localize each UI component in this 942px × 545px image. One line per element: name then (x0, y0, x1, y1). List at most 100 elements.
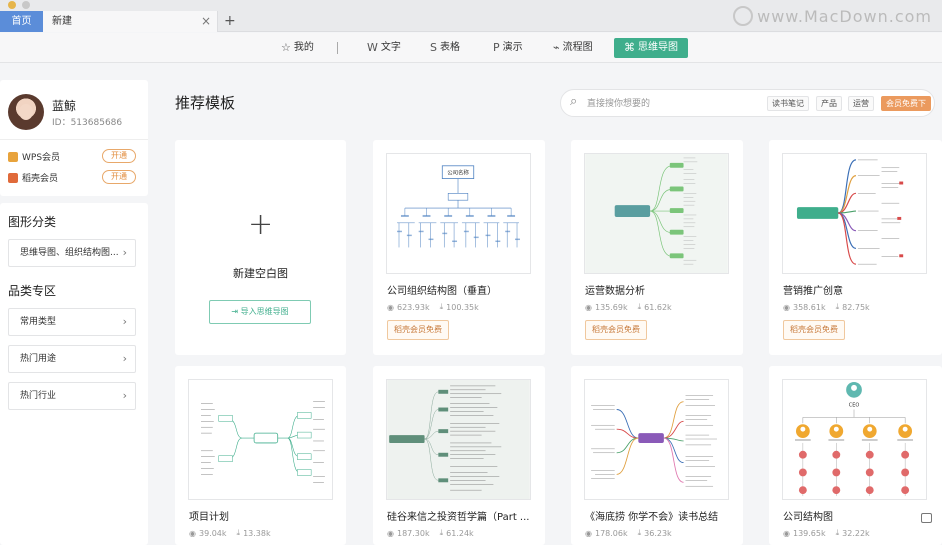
download-count: 100.35k (446, 302, 479, 312)
page-title: 推荐模板 (175, 94, 236, 112)
tag-vip-free[interactable]: 会员免费下 (881, 96, 931, 111)
download-icon: ⤓ (835, 302, 840, 311)
tag-operations[interactable]: 运营 (848, 96, 874, 111)
template-thumbnail (782, 153, 927, 274)
doc-icon: W (367, 41, 378, 54)
tab-new[interactable]: 新建 × (43, 11, 218, 32)
tag-product[interactable]: 产品 (816, 96, 842, 111)
download-icon: ⤓ (835, 528, 840, 537)
template-name: 硅谷来信之投资哲学篇（Part ... (387, 512, 530, 523)
template-thumbnail (386, 379, 531, 500)
tag-reading-notes[interactable]: 读书笔记 (767, 96, 809, 111)
new-tab-button[interactable]: + (224, 11, 236, 32)
user-id: ID：513685686 (52, 118, 123, 128)
divider (0, 139, 148, 140)
template-card[interactable]: 运营数据分析 ◉ 135.69k ⤓ 61.62k 稻壳会员免费 (571, 140, 743, 355)
member-docer: 稻壳会员 (8, 171, 58, 184)
eye-icon: ◉ (585, 528, 592, 538)
eye-icon: ◉ (189, 528, 196, 538)
graphic-category-title: 图形分类 (8, 215, 57, 229)
tool-label: 文字 (380, 42, 401, 53)
free-badge: 稻壳会员免费 (387, 320, 449, 340)
view-count: 135.69k (594, 302, 628, 312)
tool-mine[interactable]: ☆ 我的 (281, 38, 314, 58)
download-count: 13.38k (243, 528, 271, 538)
search-input[interactable] (587, 96, 767, 112)
template-card[interactable]: 项目计划 ◉ 39.04k ⤓ 13.38k (175, 366, 346, 545)
eye-icon: ◉ (783, 528, 790, 538)
category-common-types[interactable]: 常用类型 › (8, 308, 136, 336)
window-controls (8, 1, 30, 9)
template-card[interactable]: 公司名称 公司组织结构图（垂直） ◉ 623.93k ⤓ 100.35k 稻壳会员免… (373, 140, 545, 355)
tool-label: 演示 (502, 42, 523, 53)
chevron-right-icon: › (122, 352, 127, 365)
app-toolbar: ☆ 我的 W 文字 S 表格 P 演示 ⌁ 流程图 ⌘ 思维导图 (0, 33, 942, 63)
category-mindmap-org[interactable]: 思维导图、组织结构图... › (8, 239, 136, 267)
tool-slide[interactable]: P 演示 (493, 38, 523, 58)
template-stats: ◉ 623.93k ⤓ 100.35k (387, 302, 479, 312)
plus-icon: + (248, 207, 274, 242)
import-mindmap-button[interactable]: ⇥ 导入思维导图 (209, 300, 311, 324)
star-icon: ☆ (281, 41, 291, 54)
template-card[interactable]: CEO 公司结构图 ◉ 139.65k ⤓ 32.22k (769, 366, 942, 545)
maximize-button[interactable] (22, 1, 30, 9)
download-count: 61.24k (446, 528, 474, 538)
docer-badge-icon (8, 172, 18, 183)
tool-label: 我的 (293, 42, 314, 53)
free-badge: 稻壳会员免费 (585, 320, 647, 340)
template-stats: ◉ 39.04k ⤓ 13.38k (189, 528, 271, 538)
template-thumbnail: 公司名称 (386, 153, 531, 274)
open-wps-button[interactable]: 开通 (102, 149, 136, 163)
download-icon: ⤓ (236, 528, 241, 537)
template-card[interactable]: 硅谷来信之投资哲学篇（Part ... ◉ 187.30k ⤓ 61.24k (373, 366, 545, 545)
download-count: 61.62k (644, 302, 672, 312)
template-stats: ◉ 135.69k ⤓ 61.62k (585, 302, 672, 312)
tool-sheet[interactable]: S 表格 (430, 38, 460, 58)
tool-text[interactable]: W 文字 (367, 38, 401, 58)
category-zone-title: 品类专区 (8, 284, 57, 298)
template-thumbnail (188, 379, 333, 500)
view-count: 187.30k (396, 528, 430, 538)
feedback-chat-icon[interactable] (921, 513, 932, 523)
template-stats: ◉ 178.06k ⤓ 36.23k (585, 528, 672, 538)
search-bar: ⌕ 读书笔记 产品 运营 会员免费下 (560, 89, 935, 117)
template-name: 《海底捞 你学不会》读书总结 (585, 512, 719, 523)
close-icon[interactable]: × (201, 11, 211, 32)
view-count: 358.61k (792, 302, 826, 312)
tab-new-label: 新建 (52, 16, 72, 27)
tool-label: 表格 (439, 42, 460, 53)
wps-badge-icon (8, 151, 18, 162)
view-count: 623.93k (396, 302, 430, 312)
category-hot-uses[interactable]: 热门用途 › (8, 345, 136, 373)
open-docer-button[interactable]: 开通 (102, 170, 136, 184)
member-label: WPS会员 (22, 153, 61, 163)
tool-mindmap[interactable]: ⌘ 思维导图 (614, 38, 688, 58)
chevron-right-icon: › (122, 389, 127, 402)
eye-icon: ◉ (387, 528, 394, 538)
template-thumbnail: CEO (782, 379, 927, 500)
watermark-text: www.MacDown.com (757, 6, 932, 26)
minimize-button[interactable] (8, 1, 16, 9)
template-card[interactable]: 营销推广创意 ◉ 358.61k ⤓ 82.75k 稻壳会员免费 (769, 140, 942, 355)
tool-label: 思维导图 (638, 42, 678, 53)
avatar[interactable] (8, 94, 44, 130)
category-hot-industries[interactable]: 热门行业 › (8, 382, 136, 410)
user-name: 蓝鲸 (52, 99, 77, 113)
tab-home[interactable]: 首页 (0, 11, 43, 32)
thumb-center-label: 公司名称 (447, 169, 469, 177)
template-card[interactable]: 《海底捞 你学不会》读书总结 ◉ 178.06k ⤓ 36.23k (571, 366, 743, 545)
tab-bar: 首页 新建 × + www.MacDown.com (0, 0, 942, 32)
member-wps: WPS会员 (8, 150, 60, 163)
view-count: 39.04k (198, 528, 227, 538)
download-icon: ⤓ (637, 528, 642, 537)
template-name: 项目计划 (189, 512, 229, 523)
category-label: 常用类型 (20, 317, 57, 327)
template-stats: ◉ 358.61k ⤓ 82.75k (783, 302, 870, 312)
new-blank-card[interactable]: + 新建空白图 ⇥ 导入思维导图 (175, 140, 346, 355)
tool-flow[interactable]: ⌁ 流程图 (553, 38, 593, 58)
template-stats: ◉ 187.30k ⤓ 61.24k (387, 528, 474, 538)
category-label: 热门行业 (20, 391, 57, 401)
chevron-right-icon: › (122, 315, 127, 328)
toolbar-divider (337, 42, 338, 54)
template-name: 营销推广创意 (783, 286, 843, 297)
